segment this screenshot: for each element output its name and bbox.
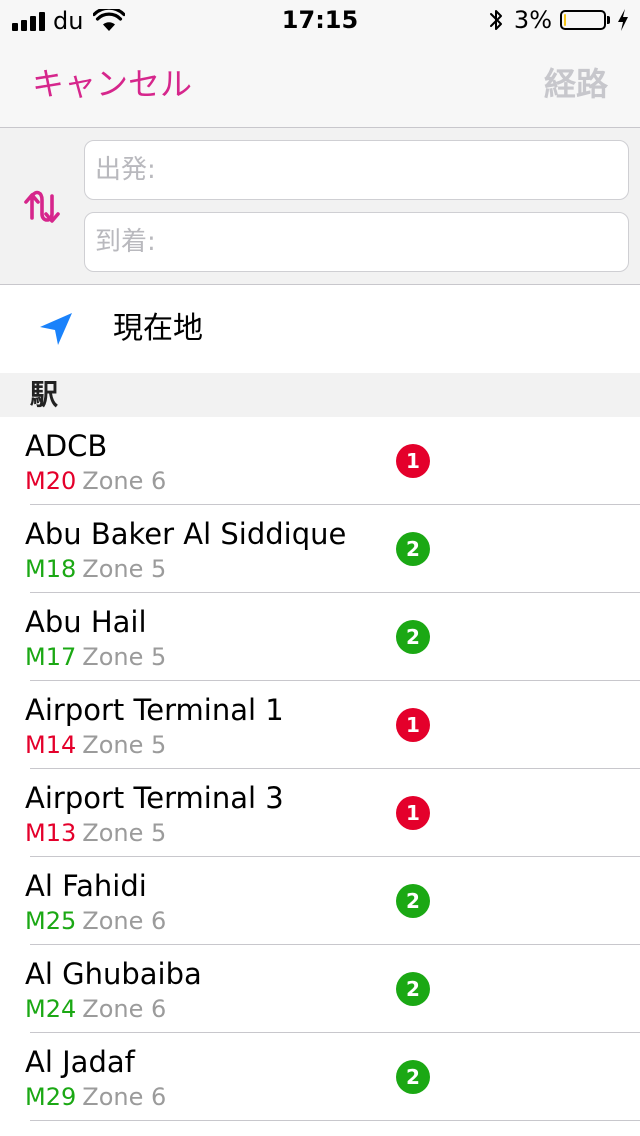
station-zone: Zone 5: [82, 731, 167, 759]
station-code: M18: [25, 555, 77, 583]
bluetooth-icon: [489, 10, 502, 30]
line-badge: 2: [396, 1060, 430, 1094]
line-badge: 2: [396, 884, 430, 918]
station-zone: Zone 5: [82, 819, 167, 847]
cancel-button[interactable]: キャンセル: [32, 62, 192, 106]
station-zone: Zone 6: [82, 1083, 167, 1111]
station-name: Airport Terminal 1: [25, 693, 284, 727]
station-list: ADCB M20 Zone 6 1 Abu Baker Al Siddique M18 Zo…: [0, 417, 640, 1121]
charging-bolt-icon: [618, 9, 628, 31]
station-details: M29 Zone 6: [25, 1083, 166, 1111]
route-button[interactable]: 経路: [544, 62, 608, 106]
station-code: M13: [25, 819, 77, 847]
station-zone: Zone 6: [82, 467, 167, 495]
station-row[interactable]: Al Ghubaiba M24 Zone 6 2: [0, 945, 640, 1033]
station-code: M25: [25, 907, 77, 935]
line-badge: 2: [396, 532, 430, 566]
station-zone: Zone 5: [82, 643, 167, 671]
battery-percent: 3%: [513, 6, 552, 34]
station-name: Al Fahidi: [25, 869, 147, 903]
station-code: M20: [25, 467, 77, 495]
station-code: M24: [25, 995, 77, 1023]
station-details: M14 Zone 5: [25, 731, 166, 759]
navigation-bar: キャンセル 経路: [0, 40, 640, 128]
station-code: M14: [25, 731, 77, 759]
station-zone: Zone 5: [82, 555, 167, 583]
line-badge: 1: [396, 708, 430, 742]
current-location-label: 現在地: [113, 311, 203, 346]
station-name: Airport Terminal 3: [25, 781, 284, 815]
station-row[interactable]: ADCB M20 Zone 6 1: [0, 417, 640, 505]
arrival-input[interactable]: 到着:: [84, 212, 629, 272]
station-name: Al Jadaf: [25, 1045, 135, 1079]
station-details: M25 Zone 6: [25, 907, 166, 935]
station-zone: Zone 6: [82, 907, 167, 935]
station-row[interactable]: Airport Terminal 3 M13 Zone 5 1: [0, 769, 640, 857]
station-details: M17 Zone 5: [25, 643, 166, 671]
station-code: M29: [25, 1083, 77, 1111]
line-badge: 1: [396, 444, 430, 478]
route-input-panel: 出発: 到着:: [0, 128, 640, 285]
station-row[interactable]: Abu Baker Al Siddique M18 Zone 5 2: [0, 505, 640, 593]
line-badge: 1: [396, 796, 430, 830]
battery-icon: [560, 10, 606, 30]
status-bar: du 17:15 3%: [0, 0, 640, 40]
section-header-stations: 駅: [0, 373, 640, 417]
station-details: M18 Zone 5: [25, 555, 166, 583]
current-location-row[interactable]: 現在地: [0, 285, 640, 373]
station-row[interactable]: Abu Hail M17 Zone 5 2: [0, 593, 640, 681]
battery-nub: [607, 16, 610, 24]
departure-input[interactable]: 出発:: [84, 140, 629, 200]
station-name: Abu Baker Al Siddique: [25, 517, 347, 551]
station-row[interactable]: Airport Terminal 1 M14 Zone 5 1: [0, 681, 640, 769]
station-details: M24 Zone 6: [25, 995, 166, 1023]
battery-fill: [564, 14, 566, 26]
section-title: 駅: [30, 378, 59, 411]
status-right: 3%: [488, 6, 630, 34]
station-code: M17: [25, 643, 77, 671]
location-arrow-icon: [40, 313, 72, 345]
station-name: ADCB: [25, 429, 108, 463]
line-badge: 2: [396, 972, 430, 1006]
station-details: M20 Zone 6: [25, 467, 166, 495]
swap-vertical-icon[interactable]: [22, 188, 62, 228]
station-details: M13 Zone 5: [25, 819, 166, 847]
station-name: Abu Hail: [25, 605, 147, 639]
line-badge: 2: [396, 620, 430, 654]
station-row[interactable]: Al Fahidi M25 Zone 6 2: [0, 857, 640, 945]
station-zone: Zone 6: [82, 995, 167, 1023]
station-name: Al Ghubaiba: [25, 957, 202, 991]
station-row[interactable]: Al Jadaf M29 Zone 6 2: [0, 1033, 640, 1121]
